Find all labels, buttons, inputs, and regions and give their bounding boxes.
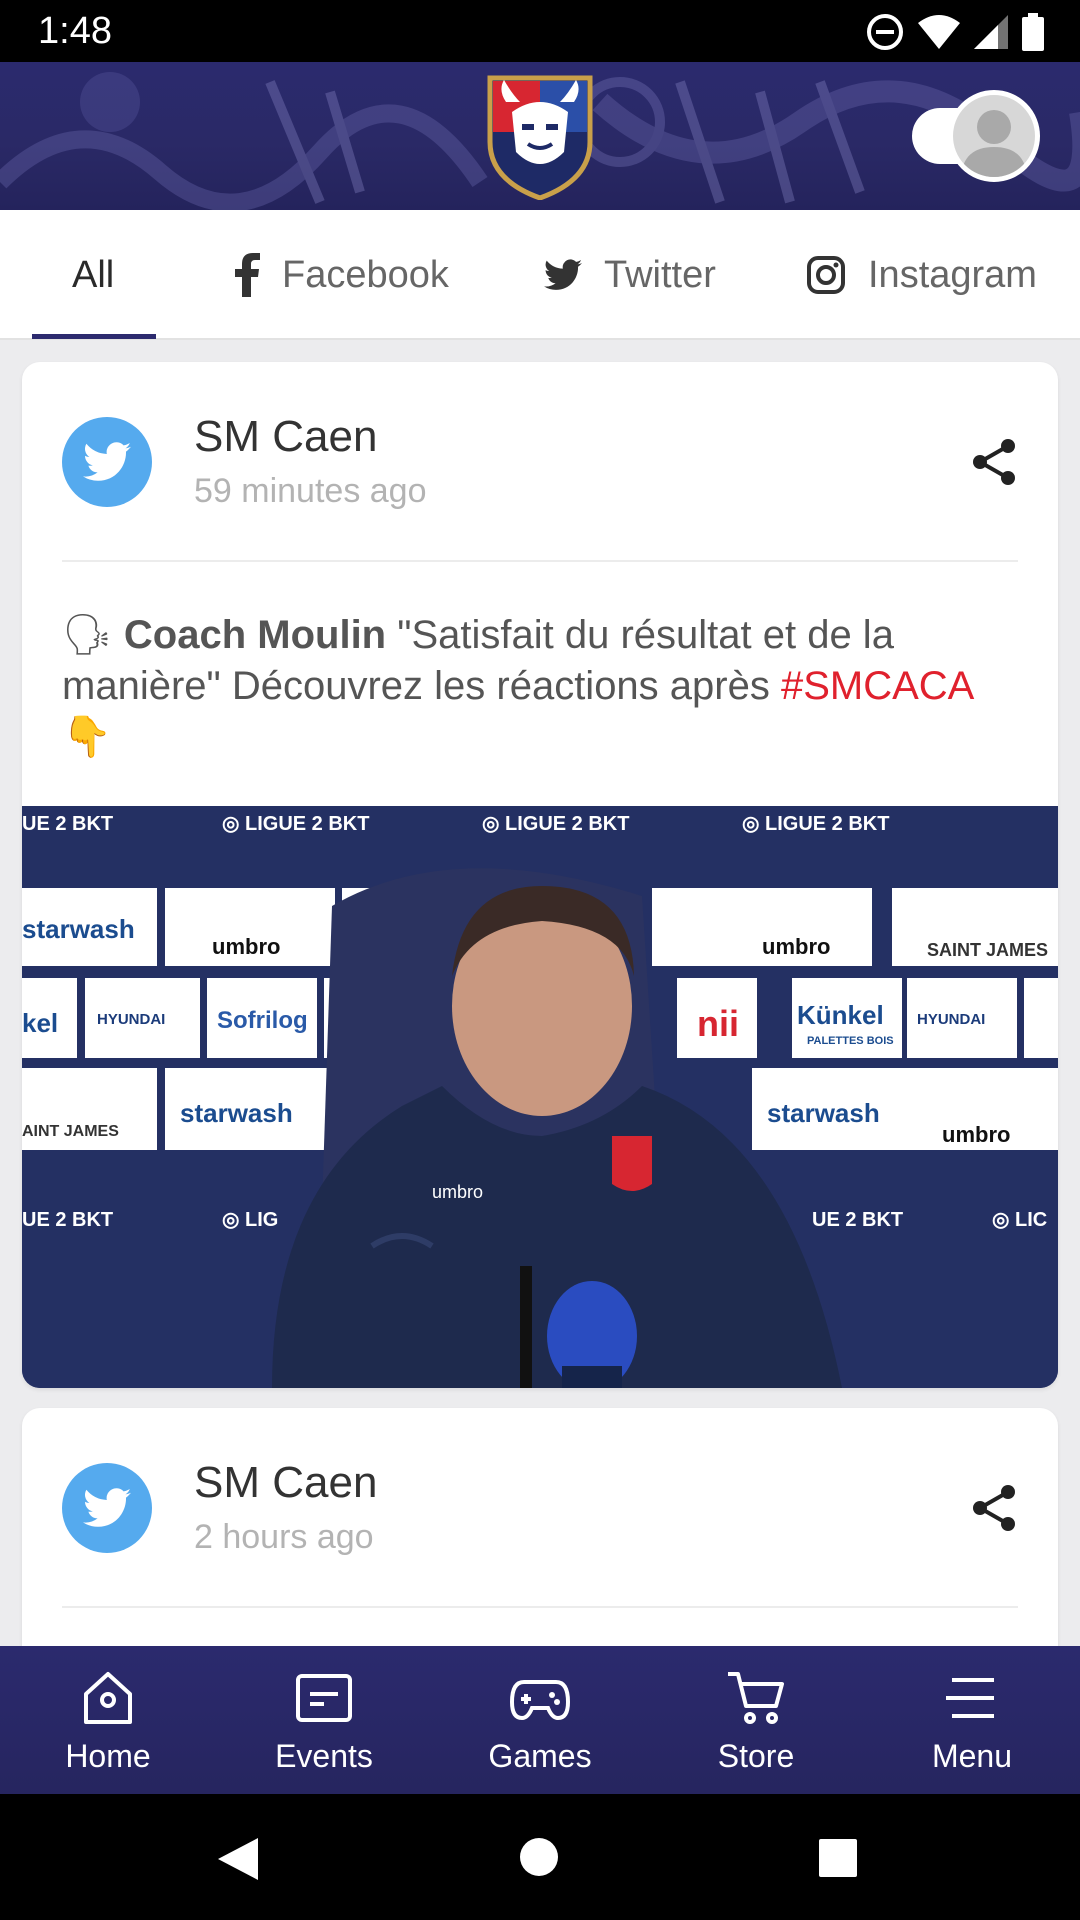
svg-text:kel: kel xyxy=(22,1008,58,1038)
post-divider xyxy=(62,1606,1018,1608)
profile-toggle[interactable] xyxy=(912,90,1040,182)
pointing-down-emoji: 👇 xyxy=(62,715,112,759)
bottom-navigation: Home Events Games Store Menu xyxy=(0,1646,1080,1794)
svg-text:nii: nii xyxy=(697,1003,739,1044)
do-not-disturb-icon xyxy=(867,14,903,50)
nav-menu-label: Menu xyxy=(931,1738,1013,1774)
post-hashtag[interactable]: #SMCACA xyxy=(781,664,974,708)
cart-icon xyxy=(728,1672,784,1724)
svg-text:umbro: umbro xyxy=(942,1122,1010,1147)
menu-icon xyxy=(946,1678,994,1718)
app-header xyxy=(0,62,1080,210)
svg-text:PALETTES BOIS: PALETTES BOIS xyxy=(807,1035,894,1047)
nav-store[interactable]: Store xyxy=(648,1646,864,1794)
gamepad-icon xyxy=(510,1680,570,1721)
twitter-source-icon xyxy=(62,1463,152,1553)
post-time: 59 minutes ago xyxy=(194,472,427,510)
post-card[interactable]: SM Caen 2 hours ago xyxy=(22,1408,1058,1646)
signal-icon xyxy=(974,15,1008,49)
svg-text:starwash: starwash xyxy=(180,1098,293,1128)
svg-text:Künkel: Künkel xyxy=(797,1000,884,1030)
recents-icon[interactable] xyxy=(818,1838,858,1878)
app-screen: 1:48 All Facebook Twitter Instagram SM C… xyxy=(0,0,1080,1920)
tab-instagram[interactable]: Instagram xyxy=(806,210,1037,340)
back-icon[interactable] xyxy=(216,1836,260,1882)
active-tab-indicator xyxy=(32,334,156,339)
tab-all[interactable]: All xyxy=(72,210,114,340)
home-icon xyxy=(84,1672,132,1724)
nav-events[interactable]: Events xyxy=(216,1646,432,1794)
tab-all-label: All xyxy=(72,253,115,296)
twitter-source-icon xyxy=(62,417,152,507)
svg-text:Sofrilog: Sofrilog xyxy=(217,1007,308,1034)
svg-text:HYUNDAI: HYUNDAI xyxy=(917,1011,985,1028)
svg-text:UE 2 BKT: UE 2 BKT xyxy=(22,1209,113,1231)
post-author: SM Caen xyxy=(194,412,378,461)
tab-instagram-label: Instagram xyxy=(868,253,1037,296)
nav-events-label: Events xyxy=(275,1738,373,1774)
post-text: 🗣 Coach Moulin "Satisfait du résultat et… xyxy=(62,610,1018,763)
svg-text:starwash: starwash xyxy=(22,914,135,944)
svg-text:◎ LIC: ◎ LIC xyxy=(992,1209,1047,1231)
post-author: SM Caen xyxy=(194,1458,378,1507)
svg-text:umbro: umbro xyxy=(432,1182,483,1202)
feed-tabs: All Facebook Twitter Instagram xyxy=(0,210,1080,340)
facebook-icon xyxy=(234,253,260,297)
nav-games-label: Games xyxy=(488,1738,592,1774)
svg-text:◎ LIG: ◎ LIG xyxy=(222,1209,278,1231)
post-time: 2 hours ago xyxy=(194,1518,374,1556)
status-time: 1:48 xyxy=(38,10,112,52)
status-icons xyxy=(866,12,1044,52)
instagram-icon xyxy=(806,255,846,295)
svg-text:umbro: umbro xyxy=(762,934,830,959)
tab-facebook-label: Facebook xyxy=(282,253,449,296)
nav-store-label: Store xyxy=(717,1738,795,1774)
nav-home-label: Home xyxy=(65,1738,151,1774)
twitter-icon xyxy=(544,259,582,291)
svg-text:umbro: umbro xyxy=(212,934,280,959)
post-divider xyxy=(62,560,1018,562)
events-icon xyxy=(296,1674,352,1722)
home-circle-icon[interactable] xyxy=(518,1836,560,1878)
svg-text:SAINT JAMES: SAINT JAMES xyxy=(927,940,1048,960)
wifi-icon xyxy=(918,15,960,49)
svg-text:UE 2 BKT: UE 2 BKT xyxy=(812,1209,903,1231)
status-bar: 1:48 xyxy=(0,0,1080,62)
speaking-head-emoji: 🗣 xyxy=(62,613,113,657)
banner-ligue-4: ◎ LIGUE 2 BKT xyxy=(742,813,889,835)
post-text-bold: Coach Moulin xyxy=(123,613,387,657)
system-navigation-bar xyxy=(0,1794,1080,1920)
banner-ligue-1: UE 2 BKT xyxy=(22,813,113,835)
nav-menu[interactable]: Menu xyxy=(864,1646,1080,1794)
svg-text:HYUNDAI: HYUNDAI xyxy=(97,1011,165,1028)
user-avatar-icon xyxy=(961,110,1027,177)
post-card[interactable]: SM Caen 59 minutes ago 🗣 Coach Moulin "S… xyxy=(22,362,1058,1388)
tab-facebook[interactable]: Facebook xyxy=(234,210,449,340)
tab-twitter[interactable]: Twitter xyxy=(544,210,716,340)
avatar[interactable] xyxy=(948,90,1040,182)
banner-ligue-2: ◎ LIGUE 2 BKT xyxy=(222,813,369,835)
club-logo[interactable] xyxy=(484,72,596,200)
svg-text:starwash: starwash xyxy=(767,1098,880,1128)
social-feed[interactable]: SM Caen 59 minutes ago 🗣 Coach Moulin "S… xyxy=(0,342,1080,1646)
tab-twitter-label: Twitter xyxy=(604,253,716,296)
share-icon[interactable] xyxy=(968,1482,1020,1534)
nav-home[interactable]: Home xyxy=(0,1646,216,1794)
press-conference-photo: UE 2 BKT ◎ LIGUE 2 BKT ◎ LIGUE 2 BKT ◎ L… xyxy=(22,806,1058,1388)
post-image[interactable]: UE 2 BKT ◎ LIGUE 2 BKT ◎ LIGUE 2 BKT ◎ L… xyxy=(22,806,1058,1388)
svg-text:AINT JAMES: AINT JAMES xyxy=(22,1123,119,1140)
battery-icon xyxy=(1022,13,1044,51)
banner-ligue-3: ◎ LIGUE 2 BKT xyxy=(482,813,629,835)
share-icon[interactable] xyxy=(968,436,1020,488)
nav-games[interactable]: Games xyxy=(432,1646,648,1794)
